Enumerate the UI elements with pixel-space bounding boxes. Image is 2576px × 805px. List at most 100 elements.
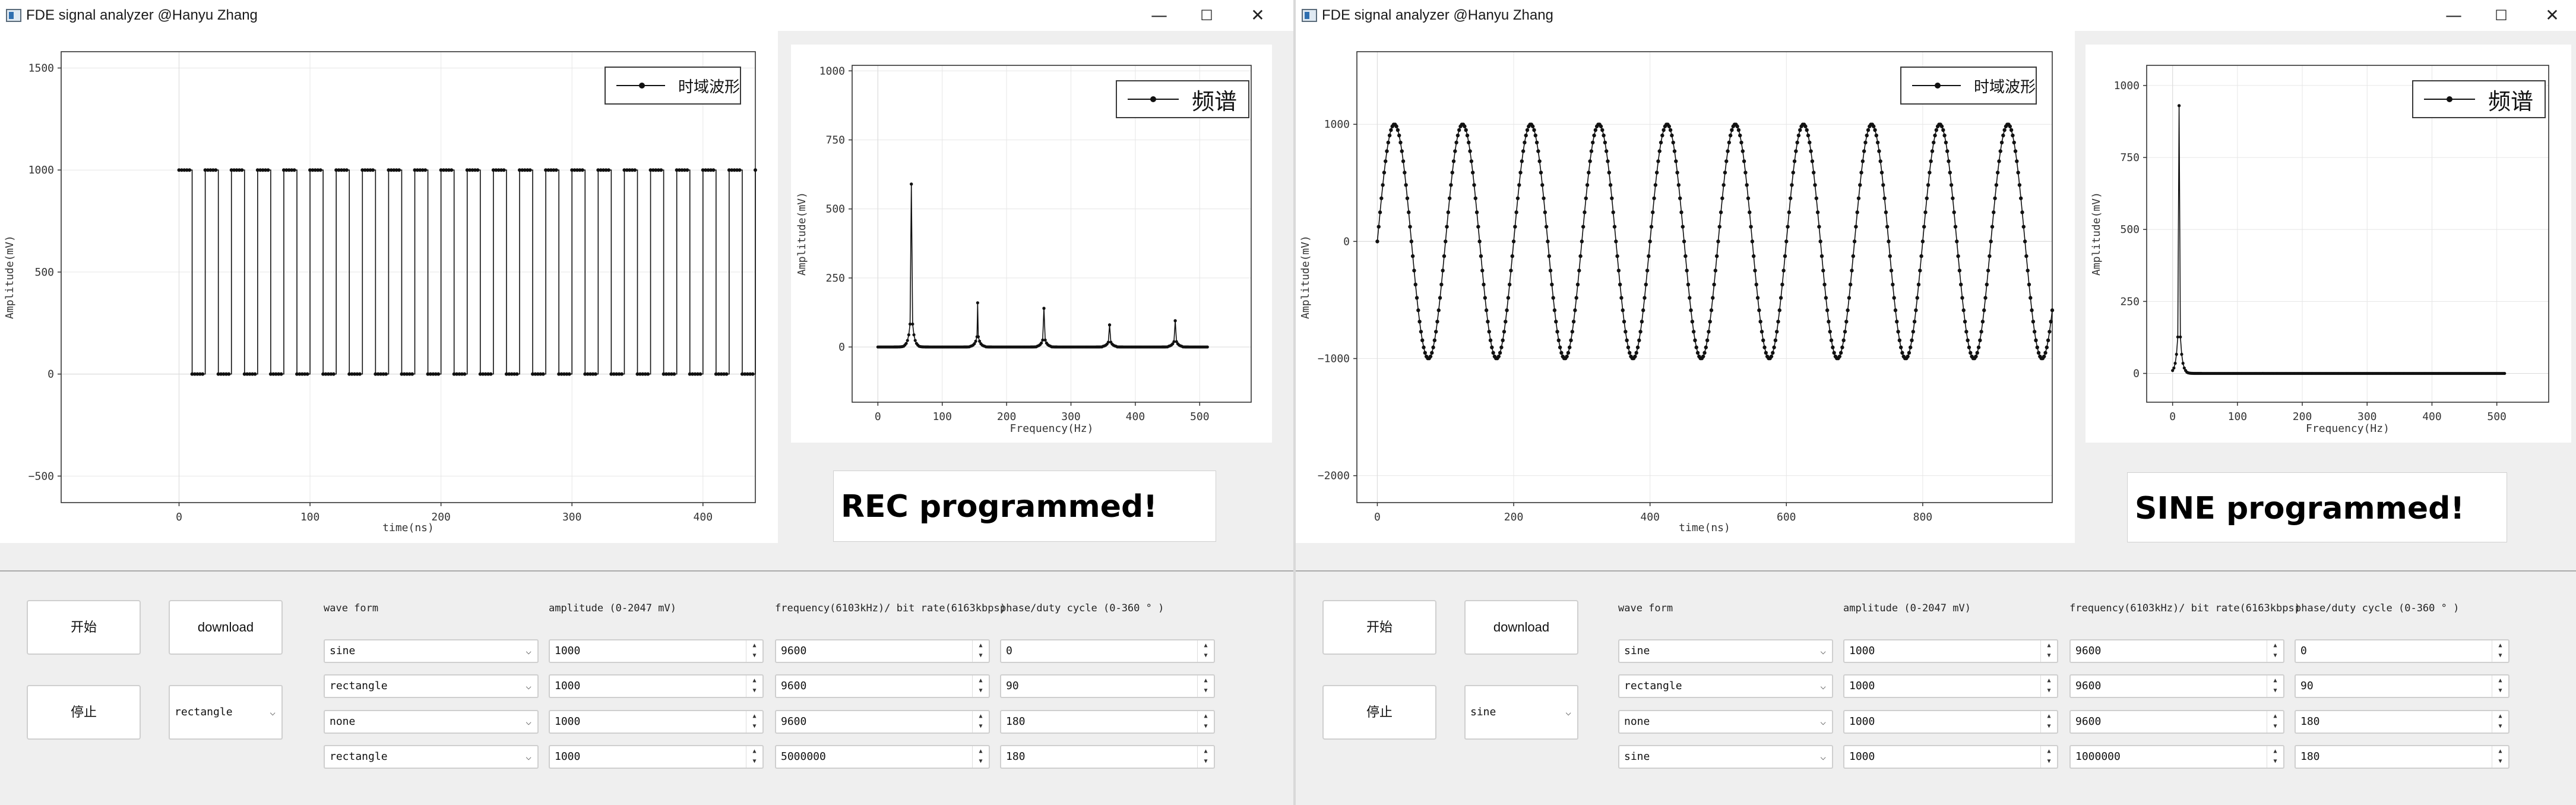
spin-arrows-icon[interactable]: ▲ ▼ — [972, 711, 989, 733]
data-point — [1676, 183, 1681, 187]
phase-spinbox[interactable]: 0 ▲ ▼ — [1000, 639, 1215, 663]
amplitude-spinbox[interactable]: 1000 ▲ ▼ — [549, 745, 764, 769]
waveform-select[interactable]: rectangle ⌵ — [1618, 674, 1833, 698]
spin-arrows-icon[interactable]: ▲ ▼ — [2040, 640, 2057, 662]
spin-arrows-icon[interactable]: ▲ ▼ — [2492, 675, 2508, 697]
amplitude-spinbox[interactable]: 1000 ▲ ▼ — [549, 639, 764, 663]
spin-arrows-icon[interactable]: ▲ ▼ — [2492, 711, 2508, 733]
waveform-select[interactable]: sine ⌵ — [1618, 639, 1833, 663]
phase-spinbox[interactable]: 90 ▲ ▼ — [2295, 674, 2509, 698]
data-point — [1532, 128, 1536, 132]
close-icon[interactable]: ✕ — [1239, 2, 1277, 29]
phase-spinbox[interactable]: 0 ▲ ▼ — [2295, 639, 2509, 663]
spin-arrows-icon[interactable]: ▲ ▼ — [2040, 711, 2057, 733]
start-button[interactable]: 开始 — [1322, 600, 1436, 655]
data-point — [1757, 308, 1761, 312]
data-point — [1634, 351, 1638, 355]
data-point — [1574, 296, 1578, 300]
maximize-icon[interactable]: ☐ — [2482, 2, 2520, 29]
data-point — [1997, 159, 2001, 163]
amplitude-spinbox[interactable]: 1000 ▲ ▼ — [1843, 710, 2058, 734]
waveform-select[interactable]: rectangle ⌵ — [324, 674, 539, 698]
spin-arrows-icon[interactable]: ▲ ▼ — [972, 640, 989, 662]
spin-arrows-icon[interactable]: ▲ ▼ — [746, 675, 762, 697]
spin-arrows-icon[interactable]: ▲ ▼ — [1197, 675, 1214, 697]
waveform-select[interactable]: none ⌵ — [1618, 710, 1833, 734]
data-point — [1683, 254, 1688, 258]
spin-arrows-icon[interactable]: ▲ ▼ — [746, 746, 762, 768]
amplitude-spinbox[interactable]: 1000 ▲ ▼ — [1843, 639, 2058, 663]
phase-spinbox[interactable]: 180 ▲ ▼ — [2295, 745, 2509, 769]
spin-arrows-icon[interactable]: ▲ ▼ — [1197, 640, 1214, 662]
data-point — [1040, 341, 1043, 345]
frequency-spinbox[interactable]: 9600 ▲ ▼ — [775, 710, 990, 734]
data-point — [1537, 159, 1542, 163]
data-point — [1813, 183, 1817, 187]
spin-arrows-icon[interactable]: ▲ ▼ — [2267, 711, 2283, 733]
spin-arrows-icon[interactable]: ▲ ▼ — [746, 711, 762, 733]
frequency-spinbox[interactable]: 9600 ▲ ▼ — [775, 639, 990, 663]
data-point — [1964, 330, 1969, 334]
frequency-spinbox[interactable]: 9600 ▲ ▼ — [2069, 674, 2284, 698]
chevron-down-icon[interactable]: ⌵ — [1820, 675, 1826, 697]
phase-spinbox[interactable]: 180 ▲ ▼ — [2295, 710, 2509, 734]
frequency-spinbox[interactable]: 9600 ▲ ▼ — [775, 674, 990, 698]
data-point — [1805, 128, 1809, 132]
frequency-spinbox[interactable]: 1000000 ▲ ▼ — [2069, 745, 2284, 769]
frequency-spinbox[interactable]: 9600 ▲ ▼ — [2069, 639, 2284, 663]
download-button[interactable]: download — [1464, 600, 1578, 655]
spin-arrows-icon[interactable]: ▲ ▼ — [2267, 675, 2283, 697]
chevron-down-icon[interactable]: ⌵ — [526, 711, 531, 733]
close-icon[interactable]: ✕ — [2533, 2, 2571, 29]
data-point — [1952, 210, 1956, 214]
maximize-icon[interactable]: ☐ — [1188, 2, 1226, 29]
amplitude-spinbox[interactable]: 1000 ▲ ▼ — [1843, 674, 2058, 698]
spin-arrows-icon[interactable]: ▲ ▼ — [972, 675, 989, 697]
phase-spinbox[interactable]: 180 ▲ ▼ — [1000, 745, 1215, 769]
amplitude-spinbox[interactable]: 1000 ▲ ▼ — [549, 710, 764, 734]
waveform-select[interactable]: sine ⌵ — [1618, 745, 1833, 769]
phase-spinbox[interactable]: 90 ▲ ▼ — [1000, 674, 1215, 698]
phase-spinbox[interactable]: 180 ▲ ▼ — [1000, 710, 1215, 734]
frequency-spinbox[interactable]: 5000000 ▲ ▼ — [775, 745, 990, 769]
chevron-down-icon[interactable]: ⌵ — [1820, 746, 1826, 768]
data-point — [1758, 320, 1762, 324]
data-point — [1384, 159, 1388, 163]
title-bar[interactable]: FDE signal analyzer @Hanyu Zhang — ☐ ✕ — [1296, 0, 2576, 31]
data-point — [1416, 308, 1420, 312]
stop-button[interactable]: 停止 — [1322, 685, 1436, 740]
chevron-down-icon[interactable]: ⌵ — [1820, 640, 1826, 662]
mode-select[interactable]: sine ⌵ — [1464, 685, 1578, 740]
start-button[interactable]: 开始 — [27, 600, 141, 655]
chevron-down-icon[interactable]: ⌵ — [1820, 711, 1826, 733]
stop-button[interactable]: 停止 — [27, 685, 141, 740]
waveform-select[interactable]: sine ⌵ — [324, 639, 539, 663]
spin-arrows-icon[interactable]: ▲ ▼ — [972, 746, 989, 768]
amplitude-spinbox[interactable]: 1000 ▲ ▼ — [1843, 745, 2058, 769]
spin-arrows-icon[interactable]: ▲ ▼ — [2267, 640, 2283, 662]
minimize-icon[interactable]: — — [2435, 2, 2473, 29]
minimize-icon[interactable]: — — [1140, 2, 1178, 29]
chevron-down-icon[interactable]: ⌵ — [526, 640, 531, 662]
spin-arrows-icon[interactable]: ▲ ▼ — [2492, 640, 2508, 662]
amplitude-spinbox[interactable]: 1000 ▲ ▼ — [549, 674, 764, 698]
spin-arrows-icon[interactable]: ▲ ▼ — [746, 640, 762, 662]
chevron-down-icon[interactable]: ⌵ — [526, 746, 531, 768]
spin-arrows-icon[interactable]: ▲ ▼ — [2492, 746, 2508, 768]
data-point — [974, 339, 977, 343]
title-bar[interactable]: FDE signal analyzer @Hanyu Zhang — ☐ ✕ — [0, 0, 1293, 31]
frequency-spinbox[interactable]: 9600 ▲ ▼ — [2069, 710, 2284, 734]
waveform-select[interactable]: none ⌵ — [324, 710, 539, 734]
chevron-down-icon[interactable]: ⌵ — [526, 675, 531, 697]
data-point — [1866, 128, 1871, 132]
spin-arrows-icon[interactable]: ▲ ▼ — [1197, 711, 1214, 733]
spin-arrows-icon[interactable]: ▲ ▼ — [1197, 746, 1214, 768]
spin-arrows-icon[interactable]: ▲ ▼ — [2040, 746, 2057, 768]
mode-select[interactable]: rectangle ⌵ — [169, 685, 283, 740]
data-point — [1855, 210, 1859, 214]
spin-arrows-icon[interactable]: ▲ ▼ — [2040, 675, 2057, 697]
waveform-select[interactable]: rectangle ⌵ — [324, 745, 539, 769]
frequency-spinbox-value: 9600 — [2075, 715, 2102, 728]
download-button[interactable]: download — [169, 600, 283, 655]
spin-arrows-icon[interactable]: ▲ ▼ — [2267, 746, 2283, 768]
